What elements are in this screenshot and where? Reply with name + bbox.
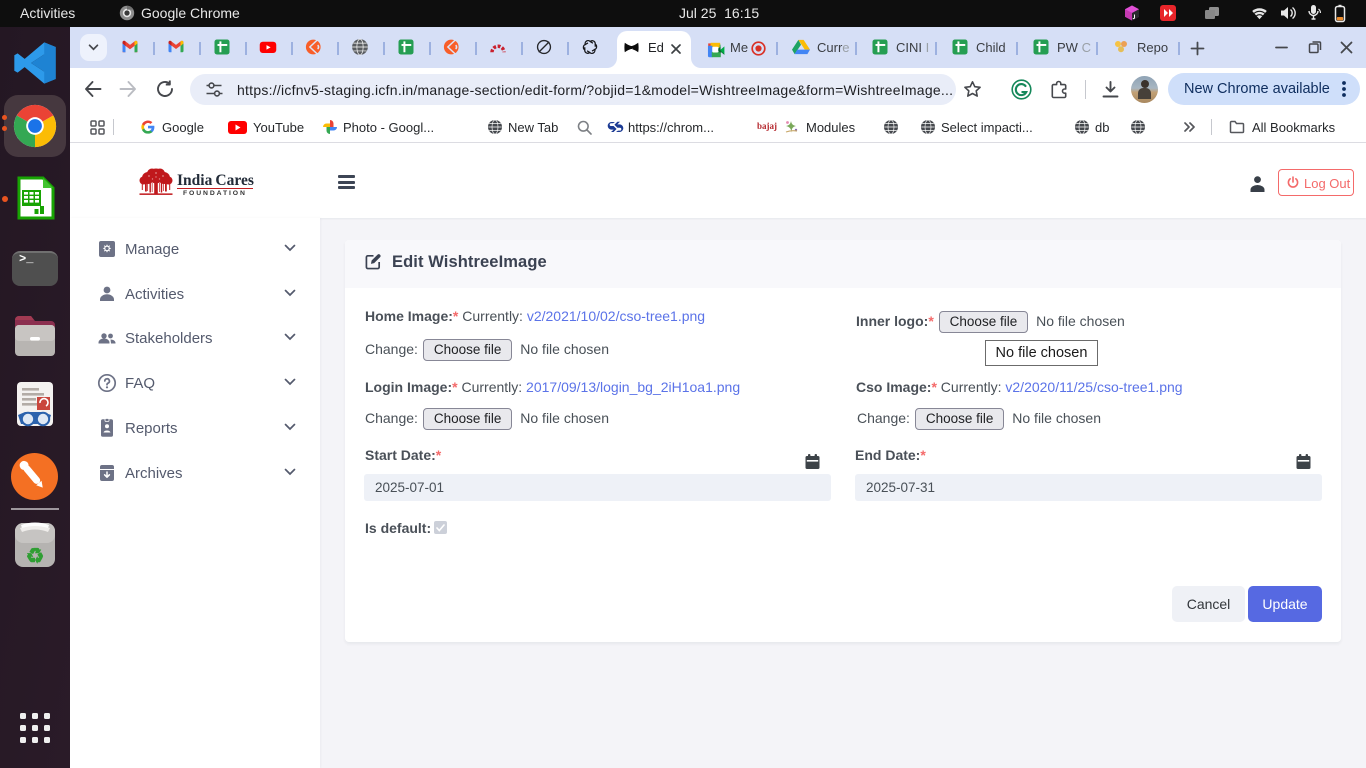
svg-text:♻: ♻ <box>26 545 45 568</box>
